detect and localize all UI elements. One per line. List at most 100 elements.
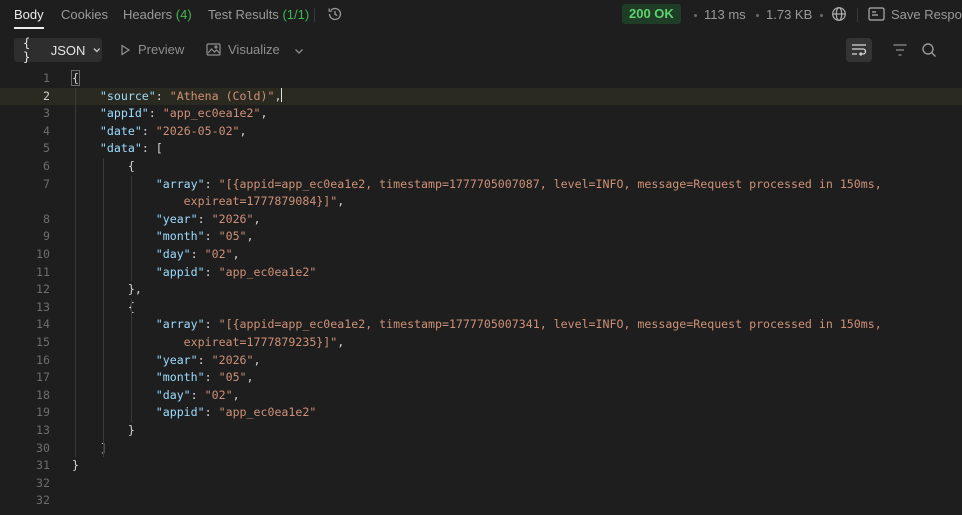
- json-string: "02": [204, 387, 233, 402]
- code-line[interactable]: 9 "month": "05",: [0, 228, 962, 246]
- code-content: "date": "2026-05-02",: [72, 123, 247, 141]
- json-punctuation: },: [72, 282, 142, 297]
- response-size[interactable]: 1.73 KB: [766, 7, 812, 22]
- code-line[interactable]: 4 "date": "2026-05-02",: [0, 123, 962, 141]
- code-content: "data": [: [72, 140, 163, 158]
- save-icon[interactable]: [868, 7, 885, 21]
- preview-button[interactable]: Preview: [120, 42, 184, 57]
- json-punctuation: ]: [72, 440, 107, 455]
- json-key: "day": [155, 247, 191, 261]
- line-number: 31: [36, 458, 50, 473]
- chevron-down-icon[interactable]: [293, 45, 305, 57]
- json-punctuation: [72, 89, 100, 103]
- code-line[interactable]: 16 "year": "2026",: [0, 352, 962, 370]
- json-string: expireat=1777879235}]": [72, 335, 338, 349]
- code-line[interactable]: 31}: [0, 457, 962, 475]
- json-braces-icon: { }: [23, 36, 31, 64]
- json-key: "source": [99, 88, 156, 103]
- indent-guide: [131, 298, 132, 422]
- code-line[interactable]: 11 "appid": "app_ec0ea1e2": [0, 264, 962, 282]
- code-line[interactable]: 7 "array": "[{appid=app_ec0ea1e2, timest…: [0, 176, 962, 194]
- tab-body[interactable]: Body: [14, 7, 44, 22]
- code-content: "month": "05",: [72, 228, 254, 246]
- image-icon: [206, 43, 221, 56]
- tab-cookies[interactable]: Cookies: [61, 7, 108, 22]
- filter-icon[interactable]: [892, 43, 908, 57]
- code-line[interactable]: 13 }: [0, 422, 962, 440]
- test-results-count-badge: (1/1): [282, 7, 310, 22]
- code-line[interactable]: 2 "source": "Athena (Cold)",: [0, 87, 962, 106]
- visualize-label: Visualize: [228, 42, 280, 57]
- json-key: "data": [99, 141, 142, 156]
- json-string: "app_ec0ea1e2": [218, 405, 317, 420]
- search-icon[interactable]: [921, 42, 937, 58]
- code-line[interactable]: 14 "array": "[{appid=app_ec0ea1e2, times…: [0, 316, 962, 334]
- chevron-down-icon: [93, 48, 101, 53]
- code-line[interactable]: 3 "appId": "app_ec0ea1e2",: [0, 105, 962, 123]
- line-number: 10: [36, 247, 50, 261]
- code-content: },: [72, 281, 142, 299]
- json-key: "year": [155, 352, 198, 367]
- status-badge[interactable]: 200 OK: [622, 4, 681, 24]
- json-punctuation: :: [190, 247, 205, 261]
- code-line[interactable]: 6 {: [0, 158, 962, 176]
- code-line[interactable]: 10 "day": "02",: [0, 246, 962, 264]
- format-select[interactable]: { } JSON: [14, 36, 102, 64]
- code-line[interactable]: 13 {: [0, 299, 962, 317]
- json-key: "array": [155, 317, 205, 332]
- indent-guide: [103, 158, 104, 458]
- code-line[interactable]: 1{: [0, 70, 962, 88]
- json-punctuation: [72, 370, 156, 384]
- json-string: "05": [218, 370, 247, 385]
- code-content: "appid": "app_ec0ea1e2": [72, 404, 317, 422]
- tab-cookies-label: Cookies: [61, 7, 108, 22]
- code-content: {: [71, 70, 80, 88]
- tab-headers[interactable]: Headers (4): [123, 7, 192, 22]
- text-cursor: [281, 87, 283, 102]
- code-line[interactable]: 17 "month": "05",: [0, 369, 962, 387]
- json-string: "05": [218, 229, 247, 244]
- json-key: "appid": [155, 264, 205, 279]
- line-number: 32: [36, 493, 50, 508]
- wrap-lines-button[interactable]: [846, 38, 872, 62]
- response-time[interactable]: 113 ms: [704, 7, 746, 22]
- json-punctuation: [72, 212, 156, 226]
- code-line[interactable]: 19 "appid": "app_ec0ea1e2": [0, 404, 962, 422]
- code-line[interactable]: expireat=1777879084}]",: [0, 193, 962, 211]
- line-number: 18: [36, 387, 50, 402]
- meta-separator-dot: [694, 14, 697, 17]
- code-line[interactable]: 5 "data": [: [0, 140, 962, 158]
- json-punctuation: ,: [239, 123, 247, 138]
- code-line[interactable]: 12 },: [0, 281, 962, 299]
- json-punctuation: [72, 317, 156, 331]
- meta-separator-dot: [820, 14, 823, 17]
- tab-test-results-label: Test Results: [208, 7, 279, 22]
- format-select-label: JSON: [50, 42, 86, 58]
- json-punctuation: ,: [253, 352, 261, 367]
- code-line[interactable]: 15 expireat=1777879235}]",: [0, 334, 962, 352]
- line-number: 13: [36, 423, 50, 437]
- json-punctuation: ,: [253, 211, 261, 226]
- line-number: 8: [43, 211, 50, 226]
- json-editor[interactable]: 1{2 "source": "Athena (Cold)", 3 "appId":…: [0, 70, 962, 515]
- code-line[interactable]: 30 ]: [0, 440, 962, 458]
- tab-test-results[interactable]: Test Results (1/1): [208, 7, 309, 22]
- line-number: 13: [36, 299, 50, 314]
- code-content: "source": "Athena (Cold)",: [72, 87, 283, 106]
- code-line[interactable]: 32: [0, 492, 962, 510]
- json-string: "Athena (Cold)": [169, 88, 275, 103]
- globe-icon[interactable]: [831, 6, 847, 22]
- json-punctuation: ,: [232, 247, 240, 261]
- history-icon[interactable]: [327, 6, 343, 22]
- json-key: "month": [155, 370, 205, 385]
- visualize-button[interactable]: Visualize: [206, 42, 280, 57]
- json-string: "[{appid=app_ec0ea1e2, timestamp=1777705…: [218, 176, 882, 191]
- json-punctuation: {: [71, 70, 80, 86]
- json-punctuation: [72, 405, 156, 419]
- code-line[interactable]: 18 "day": "02",: [0, 387, 962, 405]
- json-punctuation: [72, 229, 156, 243]
- json-punctuation: ,: [274, 88, 282, 103]
- code-line[interactable]: 32: [0, 475, 962, 493]
- code-line[interactable]: 8 "year": "2026",: [0, 211, 962, 229]
- save-response-button[interactable]: Save Respo: [891, 7, 962, 22]
